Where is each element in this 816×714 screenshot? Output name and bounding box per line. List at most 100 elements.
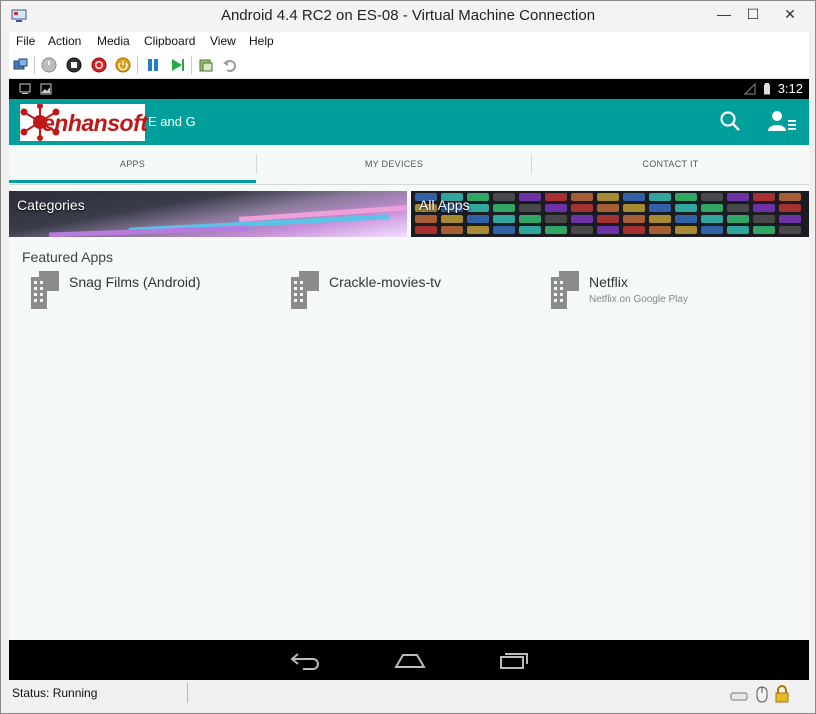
app-tile — [519, 193, 541, 201]
maximize-button[interactable]: ☐ — [737, 1, 769, 27]
app-tile — [467, 226, 489, 234]
app-tile — [649, 226, 671, 234]
home-icon[interactable] — [394, 650, 426, 670]
menu-view[interactable]: View — [210, 34, 236, 48]
snapshot-icon[interactable] — [198, 57, 214, 73]
menu-media[interactable]: Media — [97, 34, 130, 48]
revert-icon[interactable] — [222, 57, 238, 73]
tab-my-devices[interactable]: MY DEVICES — [257, 145, 531, 183]
app-tile — [467, 215, 489, 223]
app-item-netflix[interactable]: Netflix Netflix on Google Play — [543, 271, 783, 311]
app-tile — [597, 226, 619, 234]
categories-banner[interactable]: Categories — [9, 191, 407, 237]
app-tile — [753, 204, 775, 212]
lock-icon — [775, 685, 789, 703]
account-menu-icon[interactable] — [767, 109, 797, 133]
app-bar: enhansoft E and G — [9, 99, 809, 145]
app-tile — [545, 204, 567, 212]
app-tile — [571, 193, 593, 201]
start-icon[interactable] — [41, 57, 57, 73]
menu-action[interactable]: Action — [48, 34, 81, 48]
image-notification-icon — [40, 83, 52, 95]
app-name: Snag Films (Android) — [69, 274, 201, 290]
app-tile — [623, 204, 645, 212]
app-tile — [545, 226, 567, 234]
recent-apps-icon[interactable] — [498, 650, 530, 670]
app-tile — [441, 226, 463, 234]
vm-status-bar: Status: Running — [1, 681, 815, 713]
app-item-snag-films[interactable]: Snag Films (Android) — [23, 271, 263, 311]
tab-contact-it[interactable]: CONTACT IT — [532, 145, 809, 183]
app-tile — [493, 215, 515, 223]
ctrl-alt-del-icon[interactable] — [13, 57, 29, 73]
app-tile — [493, 193, 515, 201]
categories-label: Categories — [17, 197, 85, 213]
status-clock: 3:12 — [777, 81, 803, 96]
app-tile — [623, 215, 645, 223]
app-tile — [675, 204, 697, 212]
menu-clipboard[interactable]: Clipboard — [144, 34, 195, 48]
app-tile — [571, 215, 593, 223]
app-tile — [545, 193, 567, 201]
tab-bar: APPS MY DEVICES CONTACT IT — [9, 145, 809, 185]
app-tile — [519, 215, 541, 223]
minimize-button[interactable]: — — [707, 1, 741, 27]
toolbar — [9, 52, 809, 79]
all-apps-label: All Apps — [419, 197, 470, 213]
screenshot-notification-icon — [19, 83, 31, 94]
shut-down-icon[interactable] — [91, 57, 107, 73]
toolbar-separator — [191, 56, 192, 74]
app-tile — [545, 215, 567, 223]
status-divider — [187, 683, 188, 703]
app-tile — [701, 226, 723, 234]
app-tile — [597, 204, 619, 212]
app-tile — [415, 215, 437, 223]
app-tile — [649, 193, 671, 201]
app-tile — [753, 193, 775, 201]
app-tiles-graphic — [415, 193, 801, 234]
app-tile — [597, 215, 619, 223]
search-icon[interactable] — [719, 110, 741, 132]
back-icon[interactable] — [289, 650, 321, 670]
menu-help[interactable]: Help — [249, 34, 274, 48]
app-tile — [727, 204, 749, 212]
app-tile — [701, 204, 723, 212]
app-tile — [649, 204, 671, 212]
app-tile — [701, 193, 723, 201]
menu-bar: File Action Media Clipboard View Help — [9, 32, 809, 52]
app-item-crackle[interactable]: Crackle-movies-tv — [283, 271, 523, 311]
toolbar-separator — [137, 56, 138, 74]
app-name: Crackle-movies-tv — [329, 274, 442, 290]
enhansoft-logo: enhansoft — [20, 104, 148, 141]
all-apps-banner[interactable]: All Apps — [411, 191, 809, 237]
app-building-icon — [291, 271, 319, 309]
resume-icon[interactable] — [169, 57, 185, 73]
mouse-icon — [756, 686, 768, 703]
menu-file[interactable]: File — [16, 34, 35, 48]
power-save-icon[interactable] — [115, 57, 131, 73]
vm-connection-window: Android 4.4 RC2 on ES-08 - Virtual Machi… — [0, 0, 816, 714]
android-screen[interactable]: 3:12 enhansoft E and G APPS MY DEVICES C… — [9, 79, 809, 680]
app-tile — [675, 193, 697, 201]
app-tile — [467, 193, 489, 201]
app-tile — [779, 204, 801, 212]
toolbar-separator — [34, 56, 35, 74]
pause-icon[interactable] — [145, 57, 161, 73]
logo-wordmark: enhansoft — [42, 110, 148, 136]
window-title: Android 4.4 RC2 on ES-08 - Virtual Machi… — [220, 7, 596, 24]
app-tile — [571, 226, 593, 234]
app-subtitle: Netflix on Google Play — [589, 294, 688, 305]
app-tile — [649, 215, 671, 223]
turn-off-icon[interactable] — [66, 57, 82, 73]
app-tile — [753, 226, 775, 234]
close-button[interactable]: ✕ — [767, 1, 813, 27]
app-tile — [441, 215, 463, 223]
app-tile — [727, 193, 749, 201]
app-tile — [493, 204, 515, 212]
app-tile — [623, 226, 645, 234]
app-tile — [467, 204, 489, 212]
tab-apps[interactable]: APPS — [9, 145, 256, 183]
app-tile — [727, 215, 749, 223]
title-bar: Android 4.4 RC2 on ES-08 - Virtual Machi… — [1, 1, 815, 31]
app-tile — [779, 226, 801, 234]
